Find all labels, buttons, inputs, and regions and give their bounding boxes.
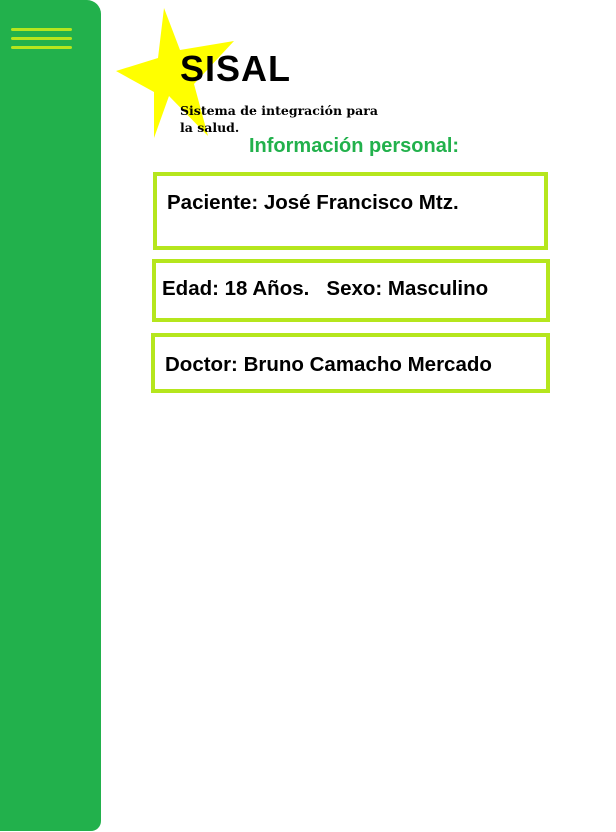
menu-bar-middle: [11, 37, 72, 40]
doctor-box: Doctor: Bruno Camacho Mercado: [151, 333, 550, 393]
hamburger-menu-icon[interactable]: [11, 28, 72, 54]
doctor-name-text: Doctor: Bruno Camacho Mercado: [165, 353, 492, 376]
patient-name-text: Paciente: José Francisco Mtz.: [167, 191, 459, 214]
section-title: Información personal:: [249, 135, 460, 157]
page: SISAL Sistema de integración para la sal…: [0, 0, 616, 832]
app-title: SISAL: [180, 48, 292, 89]
sidebar: [0, 0, 101, 831]
patient-age-sex-box: Edad: 18 Años. Sexo: Masculino: [152, 259, 550, 322]
menu-bar-bottom: [11, 46, 72, 49]
app-tagline: Sistema de integración para la salud.: [180, 103, 378, 135]
patient-age-sex-text: Edad: 18 Años. Sexo: Masculino: [162, 277, 489, 300]
menu-bar-top: [11, 28, 72, 31]
patient-name-box: Paciente: José Francisco Mtz.: [153, 172, 548, 250]
